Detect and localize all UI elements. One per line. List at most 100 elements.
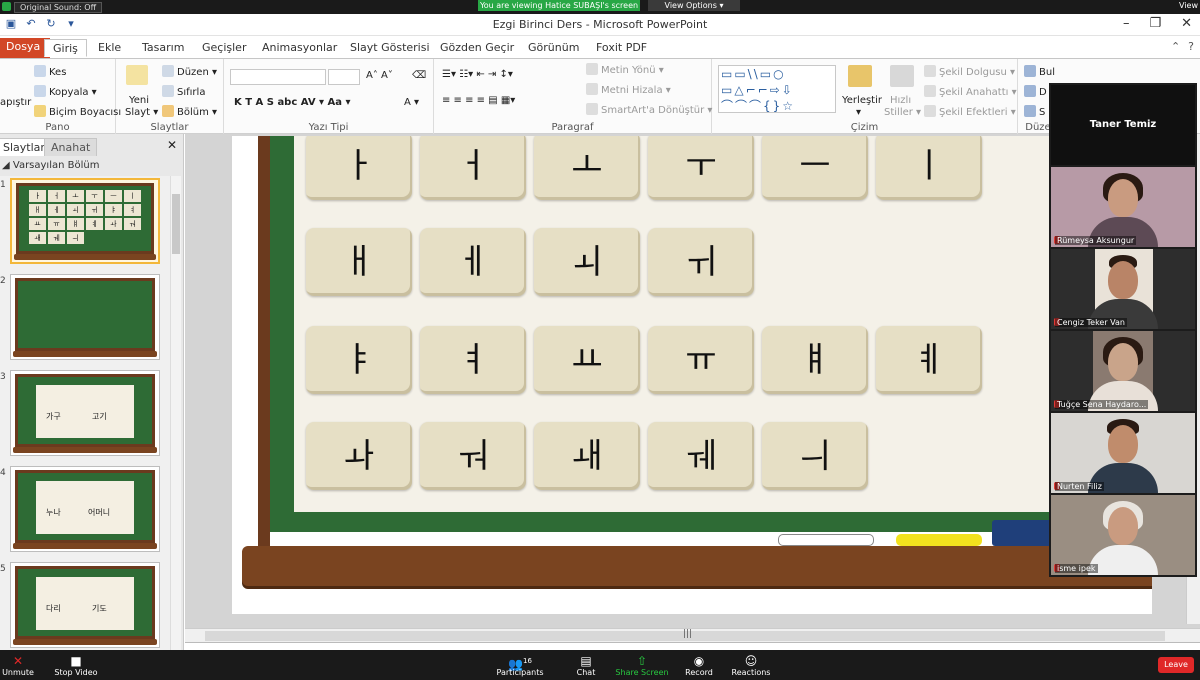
- layout-button[interactable]: Düzen ▾: [162, 65, 217, 78]
- view-mode-button[interactable]: View: [1179, 1, 1198, 10]
- horizontal-scrollbar[interactable]: |||: [185, 628, 1200, 642]
- slides-panel: Slaytlar Anahat ✕ ◢ Varsayılan Bölüm 1 ㅏ…: [0, 134, 184, 650]
- paste-button[interactable]: apıştır: [0, 97, 31, 108]
- avatar: [1108, 425, 1138, 463]
- collapse-ribbon-icon[interactable]: ⌃: [1171, 40, 1180, 53]
- tab-transitions[interactable]: Geçişler: [194, 39, 254, 57]
- slide-number: 3: [0, 372, 6, 382]
- participant-tile[interactable]: Rümeysa Aksungur: [1051, 167, 1195, 247]
- binoculars-icon: [1024, 65, 1036, 77]
- tab-foxit-pdf[interactable]: Foxit PDF: [588, 39, 655, 57]
- scrollbar-thumb[interactable]: [172, 194, 180, 254]
- board-frame: [258, 136, 270, 556]
- thumb-word: 어머니: [88, 508, 111, 517]
- vowel-tile: ㅑ: [306, 326, 412, 394]
- arrange-button[interactable]: Yerleştir: [842, 95, 882, 106]
- participant-tile[interactable]: Nurten Filiz: [1051, 413, 1195, 493]
- thumb-card: 가구 고기: [36, 385, 134, 438]
- tab-review[interactable]: Gözden Geçir: [432, 39, 522, 57]
- slide-thumbnail-1[interactable]: ㅏㅓㅗㅜㅡㅣㅐㅔㅚㅟㅑㅕㅛㅠㅒㅖㅘㅝㅙㅞㅢ: [10, 178, 160, 264]
- align-text-button[interactable]: Metni Hizala ▾: [586, 83, 671, 96]
- participant-tile[interactable]: isme ipek: [1051, 495, 1195, 575]
- minimize-icon[interactable]: –: [1123, 16, 1130, 31]
- clear-format-icon[interactable]: ⌫: [412, 70, 426, 81]
- camera-icon: ■: [70, 654, 82, 668]
- vowel-tile: ㅣ: [876, 136, 982, 200]
- reactions-button[interactable]: ☺ Reactions: [711, 654, 791, 677]
- slide-thumbnail-5[interactable]: 다리 기도: [10, 562, 160, 648]
- tab-slideshow[interactable]: Slayt Gösterisi: [342, 39, 438, 57]
- tab-view[interactable]: Görünüm: [520, 39, 587, 57]
- tab-file[interactable]: Dosya: [0, 38, 51, 58]
- quick-styles-button[interactable]: Hızlı: [890, 95, 911, 106]
- tab-design[interactable]: Tasarım: [134, 39, 192, 57]
- font-name-combo[interactable]: [230, 69, 326, 85]
- thumb-ledge: [13, 639, 157, 645]
- select-button[interactable]: S: [1024, 105, 1045, 118]
- slide-thumbnail-4[interactable]: 누나 어머니: [10, 466, 160, 552]
- participant-tile[interactable]: Cengiz Teker Van: [1051, 249, 1195, 329]
- group-label: Slaytlar: [150, 122, 189, 133]
- find-button[interactable]: Bul: [1024, 65, 1055, 78]
- format-painter-button[interactable]: Biçim Boyacısı: [34, 105, 121, 118]
- thumb-word: 가구: [46, 412, 61, 421]
- tab-home[interactable]: Giriş: [44, 39, 87, 57]
- list-buttons[interactable]: ☰▾ ☷▾ ⇤ ⇥ ↕▾: [442, 69, 513, 80]
- participant-name: Tuğçe Sena Haydaro...: [1055, 400, 1149, 409]
- vowel-tile: ㅛ: [534, 326, 640, 394]
- new-slide-dropdown[interactable]: Slayt ▾: [125, 107, 158, 118]
- thumb-letter: ㅗ: [67, 190, 84, 202]
- text-direction-button[interactable]: Metin Yönü ▾: [586, 63, 664, 76]
- brush-icon: [34, 105, 46, 117]
- viewing-banner: You are viewing Hatice SUBAŞI's screen: [478, 0, 640, 11]
- slide-thumbnail-2[interactable]: [10, 274, 160, 360]
- slide-canvas[interactable]: ㅏㅓㅗㅜㅡㅣㅐㅔㅚㅟㅑㅕㅛㅠㅒㅖㅘㅝㅙㅞㅢ: [232, 136, 1152, 614]
- vowel-tile: ㅒ: [762, 326, 868, 394]
- original-sound-toggle[interactable]: Original Sound: Off: [14, 2, 103, 13]
- restore-icon[interactable]: ❐: [1149, 16, 1161, 31]
- tab-insert[interactable]: Ekle: [90, 39, 129, 57]
- section-header[interactable]: ◢ Varsayılan Bölüm: [0, 160, 170, 174]
- shape-effects-button[interactable]: Şekil Efektleri ▾: [924, 105, 1016, 118]
- slide-thumbnail-3[interactable]: 가구 고기: [10, 370, 160, 456]
- thumb-letter: ㅑ: [105, 204, 122, 216]
- panel-scrollbar[interactable]: [170, 176, 181, 650]
- smartart-button[interactable]: SmartArt'a Dönüştür ▾: [586, 103, 712, 116]
- host-tile[interactable]: Taner Temiz: [1051, 85, 1195, 165]
- shape-outline-button[interactable]: Şekil Anahattı ▾: [924, 85, 1017, 98]
- close-icon[interactable]: ✕: [1181, 16, 1192, 31]
- view-options-button[interactable]: View Options ▾: [648, 0, 740, 11]
- copy-button[interactable]: Kopyala ▾: [34, 85, 97, 98]
- stop-video-button[interactable]: ■ Stop Video: [36, 654, 116, 677]
- vowel-tile: ㅕ: [420, 326, 526, 394]
- leave-button[interactable]: Leave: [1158, 657, 1194, 673]
- font-format-buttons[interactable]: K T A S abc AV ▾ Aa ▾: [234, 97, 351, 108]
- zoom-top-bar: Original Sound: Off You are viewing Hati…: [0, 0, 1200, 14]
- font-color-button[interactable]: A ▾: [404, 97, 419, 108]
- vowel-sheet: ㅏㅓㅗㅜㅡㅣㅐㅔㅚㅟㅑㅕㅛㅠㅒㅖㅘㅝㅙㅞㅢ: [294, 136, 1152, 512]
- new-slide-button[interactable]: Yeni: [129, 95, 149, 106]
- align-buttons[interactable]: ≡ ≡ ≡ ≡ ▤ ▦▾: [442, 95, 515, 106]
- close-panel-icon[interactable]: ✕: [167, 138, 177, 152]
- reset-button[interactable]: Sıfırla: [162, 85, 205, 98]
- cut-button[interactable]: Kes: [34, 65, 66, 78]
- shape-fill-button[interactable]: Şekil Dolgusu ▾: [924, 65, 1015, 78]
- tab-animations[interactable]: Animasyonlar: [254, 39, 345, 57]
- font-size-combo[interactable]: [328, 69, 360, 85]
- thumb-letter: ㅠ: [48, 218, 65, 230]
- font-grow-shrink[interactable]: A˄ A˅: [366, 70, 393, 81]
- participant-name: Nurten Filiz: [1055, 482, 1104, 491]
- participant-tile[interactable]: Tuğçe Sena Haydaro...: [1051, 331, 1195, 411]
- arrange-dropdown[interactable]: ▾: [856, 107, 861, 118]
- shapes-gallery[interactable]: ▭▭\\▭○ ▭△⌐⌐⇨⇩ ⌒⌒⌒{}☆: [718, 65, 836, 113]
- section-button[interactable]: Bölüm ▾: [162, 105, 217, 118]
- tab-outline[interactable]: Anahat: [44, 138, 98, 156]
- avatar: [1108, 261, 1138, 299]
- help-icon[interactable]: ?: [1188, 40, 1194, 53]
- notes-pane[interactable]: [185, 642, 1200, 650]
- thumb-letter: ㅢ: [67, 232, 84, 244]
- quick-styles-dropdown[interactable]: Stiller ▾: [884, 107, 921, 118]
- paint-bucket-icon: [924, 65, 936, 77]
- replace-button[interactable]: D: [1024, 85, 1047, 98]
- copy-icon: [34, 85, 46, 97]
